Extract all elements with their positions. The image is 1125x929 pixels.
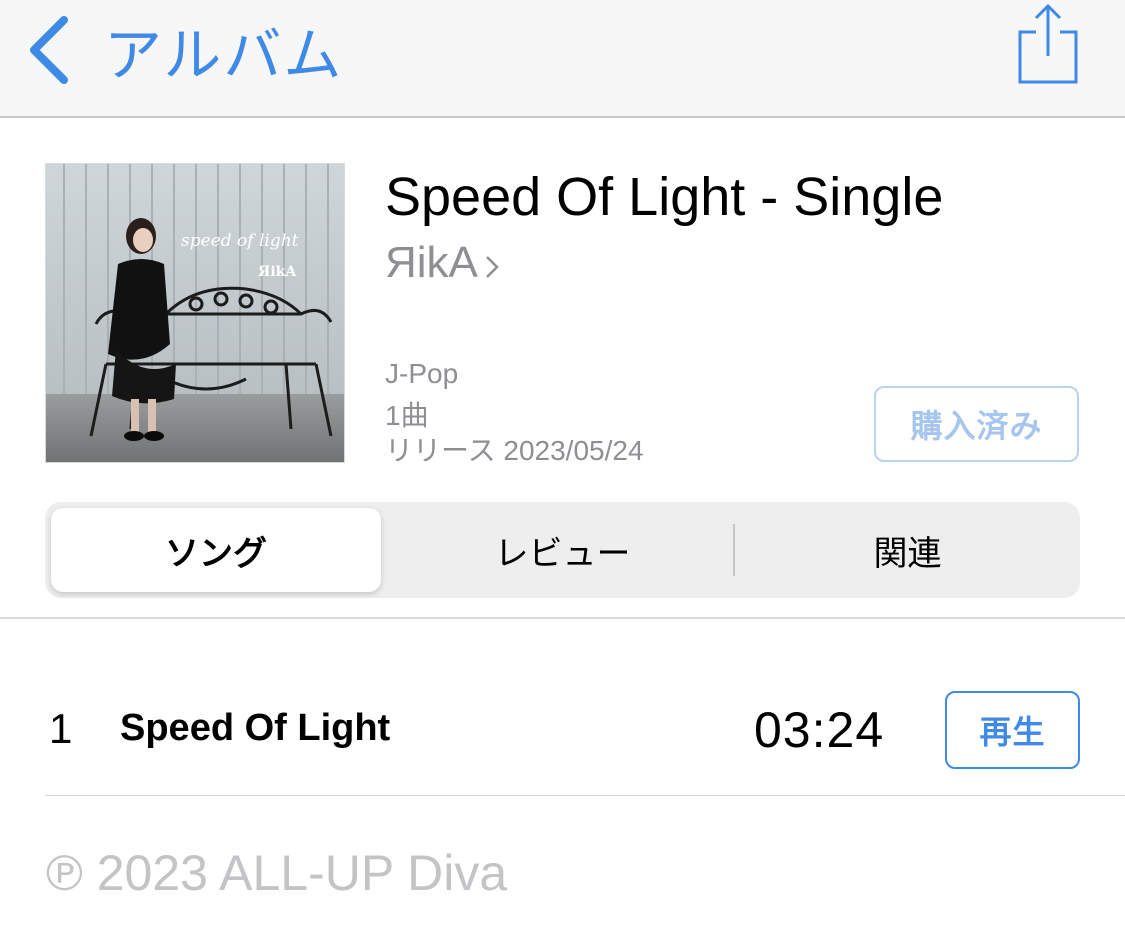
row-divider	[45, 795, 1125, 796]
track-title: Speed Of Light	[120, 707, 391, 749]
chevron-left-icon	[30, 16, 68, 84]
album-title: Speed Of Light - Single	[385, 167, 944, 227]
segmented-control: ソング レビュー 関連	[45, 502, 1080, 598]
section-divider	[0, 617, 1125, 619]
back-button[interactable]: アルバム	[24, 10, 343, 90]
tab-reviews[interactable]: レビュー	[390, 502, 735, 598]
back-label: アルバム	[104, 21, 344, 89]
album-artwork[interactable]: speed of light ЯikA	[45, 163, 345, 463]
artist-name: ЯikA	[385, 238, 478, 287]
artwork-image: speed of light ЯikA	[46, 164, 344, 462]
purchased-button[interactable]: 購入済み	[874, 386, 1079, 462]
track-number: 1	[49, 705, 73, 752]
album-release-date: リリース 2023/05/24	[385, 435, 644, 466]
artwork-title-text: speed of light	[181, 231, 299, 251]
share-icon[interactable]	[1016, 2, 1080, 84]
tab-related[interactable]: 関連	[735, 502, 1080, 598]
copyright-text: ℗ 2023 ALL-UP Diva	[46, 845, 508, 901]
play-button[interactable]: 再生	[945, 691, 1080, 769]
album-track-count: 1曲	[385, 400, 429, 431]
album-detail-screen: アルバム speed of light ЯikA Speed Of Light …	[0, 0, 1125, 929]
navigation-bar: アルバム	[0, 0, 1125, 118]
artist-link[interactable]: ЯikA	[385, 238, 500, 288]
tab-songs[interactable]: ソング	[51, 508, 381, 592]
chevron-right-icon	[486, 256, 499, 278]
album-genre: J-Pop	[385, 358, 459, 389]
track-duration: 03:24	[754, 702, 885, 758]
artwork-artist-text: ЯikA	[258, 264, 297, 280]
